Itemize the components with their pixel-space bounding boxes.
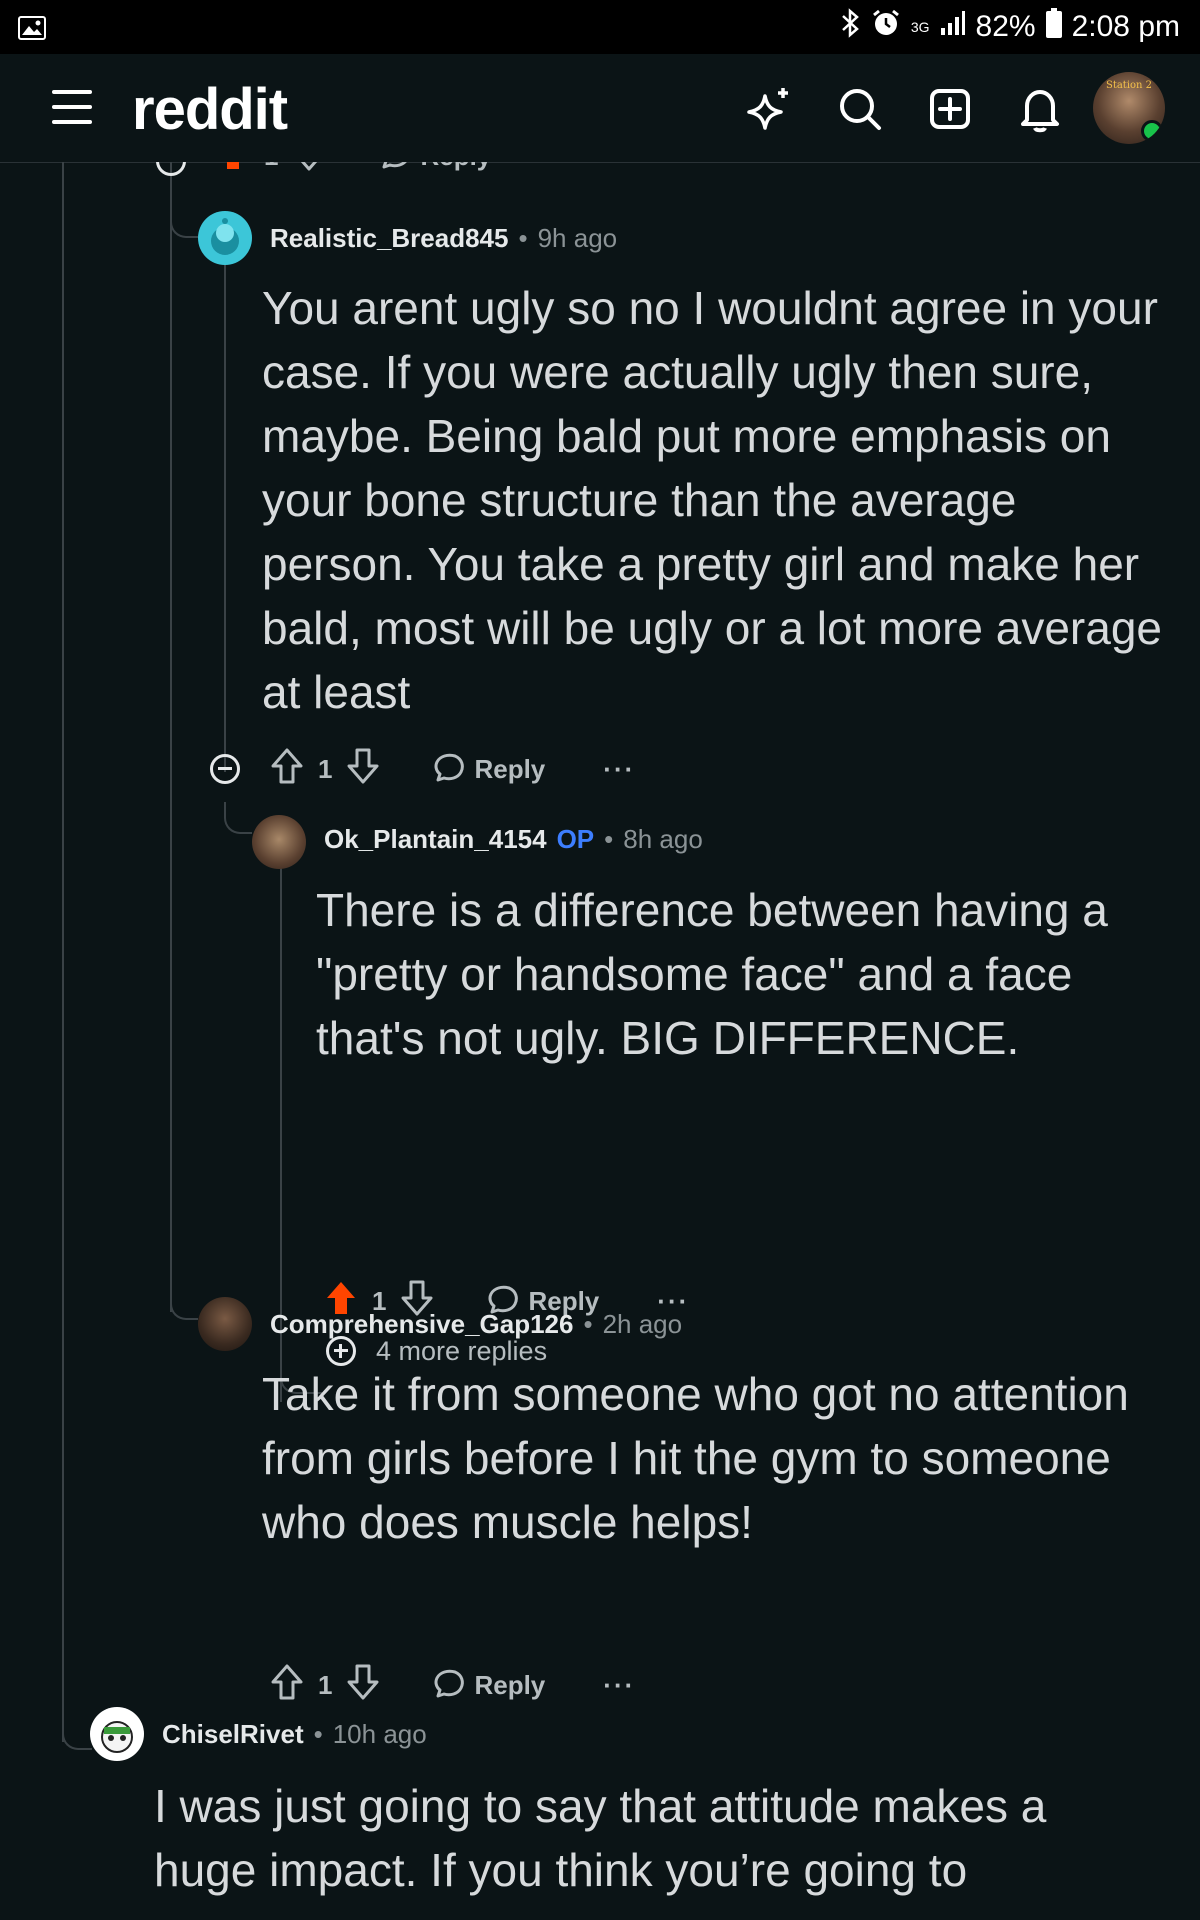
reply-icon — [434, 1669, 465, 1698]
more-options-button[interactable]: ··· — [603, 754, 635, 785]
comment-header: Realistic_Bread845 • 9h ago — [270, 222, 618, 254]
reply-button[interactable]: Reply — [432, 1668, 545, 1702]
battery-percent: 82% — [975, 10, 1036, 43]
comment-actions: 1 Reply ··· — [270, 747, 635, 791]
notification-bell-icon[interactable] — [1015, 84, 1065, 134]
comment-body: There is a difference between having a "… — [316, 884, 1108, 1064]
reddit-logo[interactable]: reddit — [132, 76, 288, 143]
avatar[interactable] — [252, 815, 306, 869]
upvote-icon[interactable] — [270, 1663, 304, 1708]
profile-avatar[interactable]: Station 2 — [1093, 72, 1165, 144]
thread-line — [62, 162, 64, 1742]
comment-time: 2h ago — [602, 1308, 683, 1339]
vote-count: 1 — [264, 162, 278, 172]
comment-thread: 1 Reply ··· Realistic_Bread845 • 9h ago … — [0, 162, 1200, 1920]
app-header: reddit Station 2 — [0, 54, 1200, 163]
username[interactable]: Comprehensive_Gap126 — [270, 1309, 573, 1340]
op-badge: OP — [556, 823, 595, 854]
comment-time: 10h ago — [332, 1718, 427, 1749]
bluetooth-icon — [839, 8, 861, 46]
comment-body: I was just going to say that attitude ma… — [154, 1780, 1047, 1896]
comment-body: Take it from someone who got no attentio… — [262, 1368, 1129, 1548]
online-indicator — [1141, 120, 1163, 142]
create-post-icon[interactable] — [925, 84, 975, 134]
comment-time: 9h ago — [537, 222, 618, 253]
reply-icon — [434, 753, 465, 782]
collapse-thread-button[interactable] — [210, 754, 240, 784]
comment-time: 8h ago — [623, 823, 703, 854]
comment-body: You arent ugly so no I wouldnt agree in … — [262, 282, 1162, 718]
thread-line — [170, 162, 172, 1312]
gallery-notification-icon — [18, 14, 46, 48]
vote-count: 1 — [318, 753, 333, 784]
comment-header: Ok_Plantain_4154 OP • 8h ago — [324, 823, 703, 855]
username[interactable]: Realistic_Bread845 — [270, 223, 508, 254]
search-icon[interactable] — [835, 84, 885, 134]
avatar[interactable] — [198, 1297, 252, 1351]
reply-icon — [382, 162, 408, 169]
comment-header: Comprehensive_Gap126 • 2h ago — [270, 1308, 683, 1340]
username[interactable]: ChiselRivet — [162, 1719, 304, 1750]
battery-icon — [1045, 8, 1062, 46]
more-options-button[interactable]: ··· — [603, 1670, 635, 1701]
reply-button[interactable]: Reply — [378, 162, 491, 173]
comment-header: ChiselRivet • 10h ago — [162, 1718, 427, 1750]
username[interactable]: Ok_Plantain_4154 — [324, 824, 547, 855]
upvote-icon[interactable] — [216, 162, 250, 179]
partial-comment-actions: 1 Reply ··· — [216, 162, 581, 178]
thread-line — [224, 262, 226, 772]
menu-icon[interactable] — [52, 90, 92, 124]
status-bar: 3G 82% 2:08 pm — [0, 0, 1200, 54]
signal-icon — [940, 10, 966, 44]
upvote-icon[interactable] — [270, 747, 304, 792]
alarm-icon — [871, 8, 901, 46]
comment-actions: 1 Reply ··· — [270, 1663, 635, 1707]
avatar[interactable] — [90, 1707, 144, 1761]
avatar[interactable] — [198, 211, 252, 265]
clock-time: 2:08 pm — [1071, 10, 1180, 43]
reply-button[interactable]: Reply — [432, 752, 545, 786]
downvote-icon[interactable] — [346, 747, 380, 792]
more-options-button[interactable]: ··· — [549, 162, 581, 172]
vote-count: 1 — [318, 1669, 333, 1700]
collapse-thread-button[interactable] — [156, 162, 186, 176]
downvote-icon[interactable] — [292, 162, 326, 179]
sparkle-icon[interactable] — [745, 84, 795, 134]
downvote-icon[interactable] — [346, 1663, 380, 1708]
network-type: 3G — [910, 19, 930, 35]
